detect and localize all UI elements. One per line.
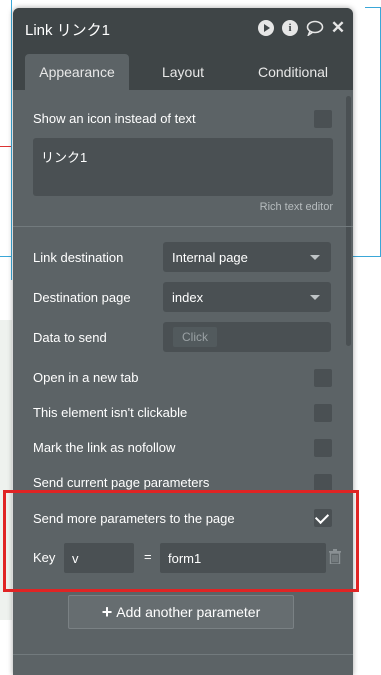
canvas-guide-line	[352, 256, 381, 257]
panel-title: Link リンク1	[25, 22, 111, 39]
tab-conditional[interactable]: Conditional	[238, 54, 348, 90]
show-icon-label: Show an icon instead of text	[33, 111, 196, 126]
data-to-send-label: Data to send	[33, 330, 107, 345]
canvas-guide-line	[0, 256, 12, 257]
add-parameter-button[interactable]: + Add another parameter	[68, 595, 294, 629]
parameter-key-value: v	[72, 551, 79, 566]
add-parameter-label: Add another parameter	[116, 604, 261, 620]
checkmark-icon	[314, 509, 330, 525]
data-to-send-field[interactable]: Click	[163, 322, 331, 352]
link-text-value: リンク1	[41, 150, 88, 165]
send-current-params-checkbox[interactable]	[314, 474, 332, 492]
rich-text-editor-link[interactable]: Rich text editor	[260, 201, 333, 213]
send-more-params-label: Send more parameters to the page	[33, 511, 235, 526]
tab-appearance[interactable]: Appearance	[25, 54, 129, 90]
link-destination-value: Internal page	[172, 250, 248, 265]
send-more-params-checkbox[interactable]	[314, 509, 332, 527]
nofollow-checkbox[interactable]	[314, 439, 332, 457]
play-icon[interactable]	[258, 20, 274, 36]
tab-bar: Appearance Layout Conditional	[13, 48, 353, 90]
canvas-guide-line	[365, 7, 381, 8]
send-current-params-label: Send current page parameters	[33, 475, 210, 490]
parameter-value-text: form1	[168, 551, 202, 566]
parameter-key-input[interactable]: v	[64, 543, 134, 573]
scrollbar[interactable]	[346, 96, 351, 346]
not-clickable-label: This element isn't clickable	[33, 405, 188, 420]
destination-page-dropdown[interactable]: index	[163, 282, 331, 312]
section-divider	[13, 226, 353, 227]
link-text-editor[interactable]: リンク1	[33, 138, 333, 196]
close-icon[interactable]: ✕	[330, 19, 346, 36]
tab-layout[interactable]: Layout	[143, 54, 223, 90]
data-to-send-click-button[interactable]: Click	[173, 327, 217, 347]
open-new-tab-label: Open in a new tab	[33, 370, 139, 385]
link-destination-label: Link destination	[33, 250, 124, 265]
trash-icon[interactable]	[329, 549, 341, 565]
section-divider	[13, 654, 353, 655]
destination-page-label: Destination page	[33, 290, 131, 305]
parameter-key-label: Key	[33, 550, 56, 565]
comment-icon[interactable]	[306, 20, 324, 38]
nofollow-label: Mark the link as nofollow	[33, 440, 176, 455]
open-new-tab-checkbox[interactable]	[314, 369, 332, 387]
chevron-down-icon	[310, 255, 320, 260]
info-icon[interactable]: i	[282, 20, 298, 36]
panel-titlebar[interactable]: Link リンク1 i ✕	[13, 8, 353, 48]
plus-icon: +	[101, 602, 113, 622]
destination-page-value: index	[172, 290, 204, 305]
canvas-guide-line	[11, 0, 12, 280]
canvas-background	[0, 320, 12, 620]
not-clickable-checkbox[interactable]	[314, 404, 332, 422]
canvas-guide-line	[0, 146, 11, 147]
chevron-down-icon	[310, 295, 320, 300]
link-destination-dropdown[interactable]: Internal page	[163, 242, 331, 272]
equals-sign: =	[144, 549, 152, 564]
show-icon-checkbox[interactable]	[314, 110, 332, 128]
property-editor-panel: Link リンク1 i ✕ Appearance Layout Conditio…	[13, 8, 353, 675]
parameter-value-input[interactable]: form1	[160, 543, 326, 573]
